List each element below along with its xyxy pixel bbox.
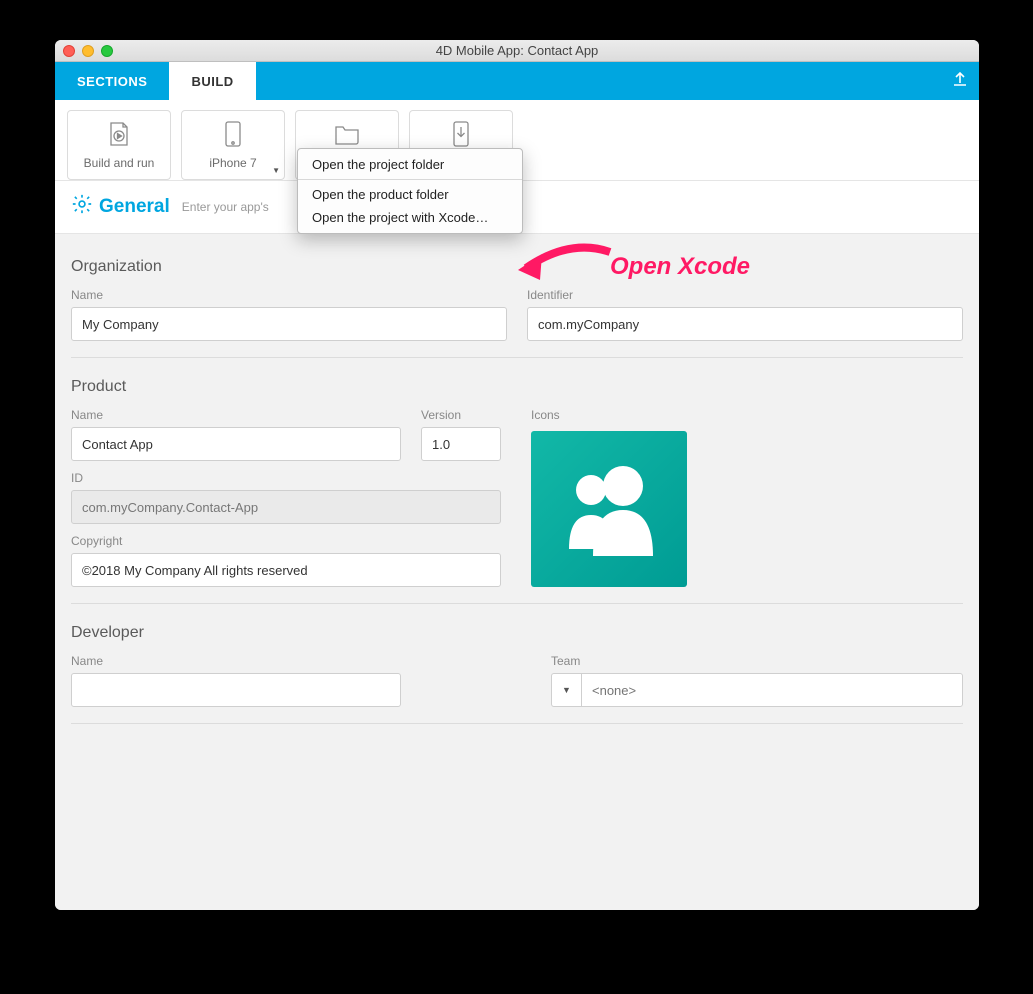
team-field[interactable] <box>581 673 963 707</box>
window-title: 4D Mobile App: Contact App <box>436 43 599 58</box>
project-dropdown-menu: Open the project folder Open the product… <box>297 148 523 234</box>
dev-team-label: Team <box>551 654 963 668</box>
group-product: Product <box>71 378 963 396</box>
section-hint: Enter your app's <box>182 200 269 214</box>
content-area: Organization Name Identifier Product Nam… <box>55 234 979 910</box>
phone-icon <box>225 121 241 150</box>
divider <box>71 723 963 724</box>
product-id-field <box>71 490 501 524</box>
org-identifier-label: Identifier <box>527 288 963 302</box>
toolbar-label: Build and run <box>84 156 155 170</box>
product-version-label: Version <box>421 408 501 422</box>
product-name-field[interactable] <box>71 427 401 461</box>
gear-icon <box>71 193 93 221</box>
toolbar-label: iPhone 7 <box>209 156 256 170</box>
annotation-text: Open Xcode <box>610 253 750 281</box>
tab-sections[interactable]: SECTIONS <box>55 62 169 100</box>
build-and-run-button[interactable]: Build and run <box>67 110 171 180</box>
product-version-field[interactable] <box>421 427 501 461</box>
dev-name-field[interactable] <box>71 673 401 707</box>
divider <box>71 357 963 358</box>
folder-icon <box>334 123 360 148</box>
menu-open-with-xcode[interactable]: Open the project with Xcode… <box>298 206 522 229</box>
close-icon[interactable] <box>63 45 75 57</box>
menu-divider <box>298 179 522 180</box>
product-copyright-field[interactable] <box>71 553 501 587</box>
tab-build[interactable]: BUILD <box>169 62 255 100</box>
window-controls <box>63 45 113 57</box>
device-select-button[interactable]: iPhone 7 ▼ <box>181 110 285 180</box>
app-icon-preview[interactable] <box>531 431 687 587</box>
group-developer: Developer <box>71 624 963 642</box>
chevron-down-icon: ▼ <box>272 166 280 175</box>
group-organization: Organization <box>71 258 963 276</box>
org-name-label: Name <box>71 288 507 302</box>
product-name-label: Name <box>71 408 401 422</box>
menu-open-product-folder[interactable]: Open the product folder <box>298 183 522 206</box>
team-dropdown-button[interactable]: ▼ <box>551 673 581 707</box>
upload-icon[interactable] <box>953 70 967 90</box>
section-title: General <box>71 193 170 221</box>
product-icons-label: Icons <box>531 408 687 422</box>
org-name-field[interactable] <box>71 307 507 341</box>
maximize-icon[interactable] <box>101 45 113 57</box>
install-phone-icon <box>453 121 469 150</box>
menu-open-project-folder[interactable]: Open the project folder <box>298 153 522 176</box>
dev-name-label: Name <box>71 654 401 668</box>
org-identifier-field[interactable] <box>527 307 963 341</box>
divider <box>71 603 963 604</box>
product-copyright-label: Copyright <box>71 534 501 548</box>
product-id-label: ID <box>71 471 501 485</box>
annotation-arrow-icon <box>518 238 614 288</box>
play-document-icon <box>107 121 131 150</box>
titlebar: 4D Mobile App: Contact App <box>55 40 979 62</box>
minimize-icon[interactable] <box>82 45 94 57</box>
people-icon <box>549 454 669 564</box>
tabbar: SECTIONS BUILD <box>55 62 979 100</box>
